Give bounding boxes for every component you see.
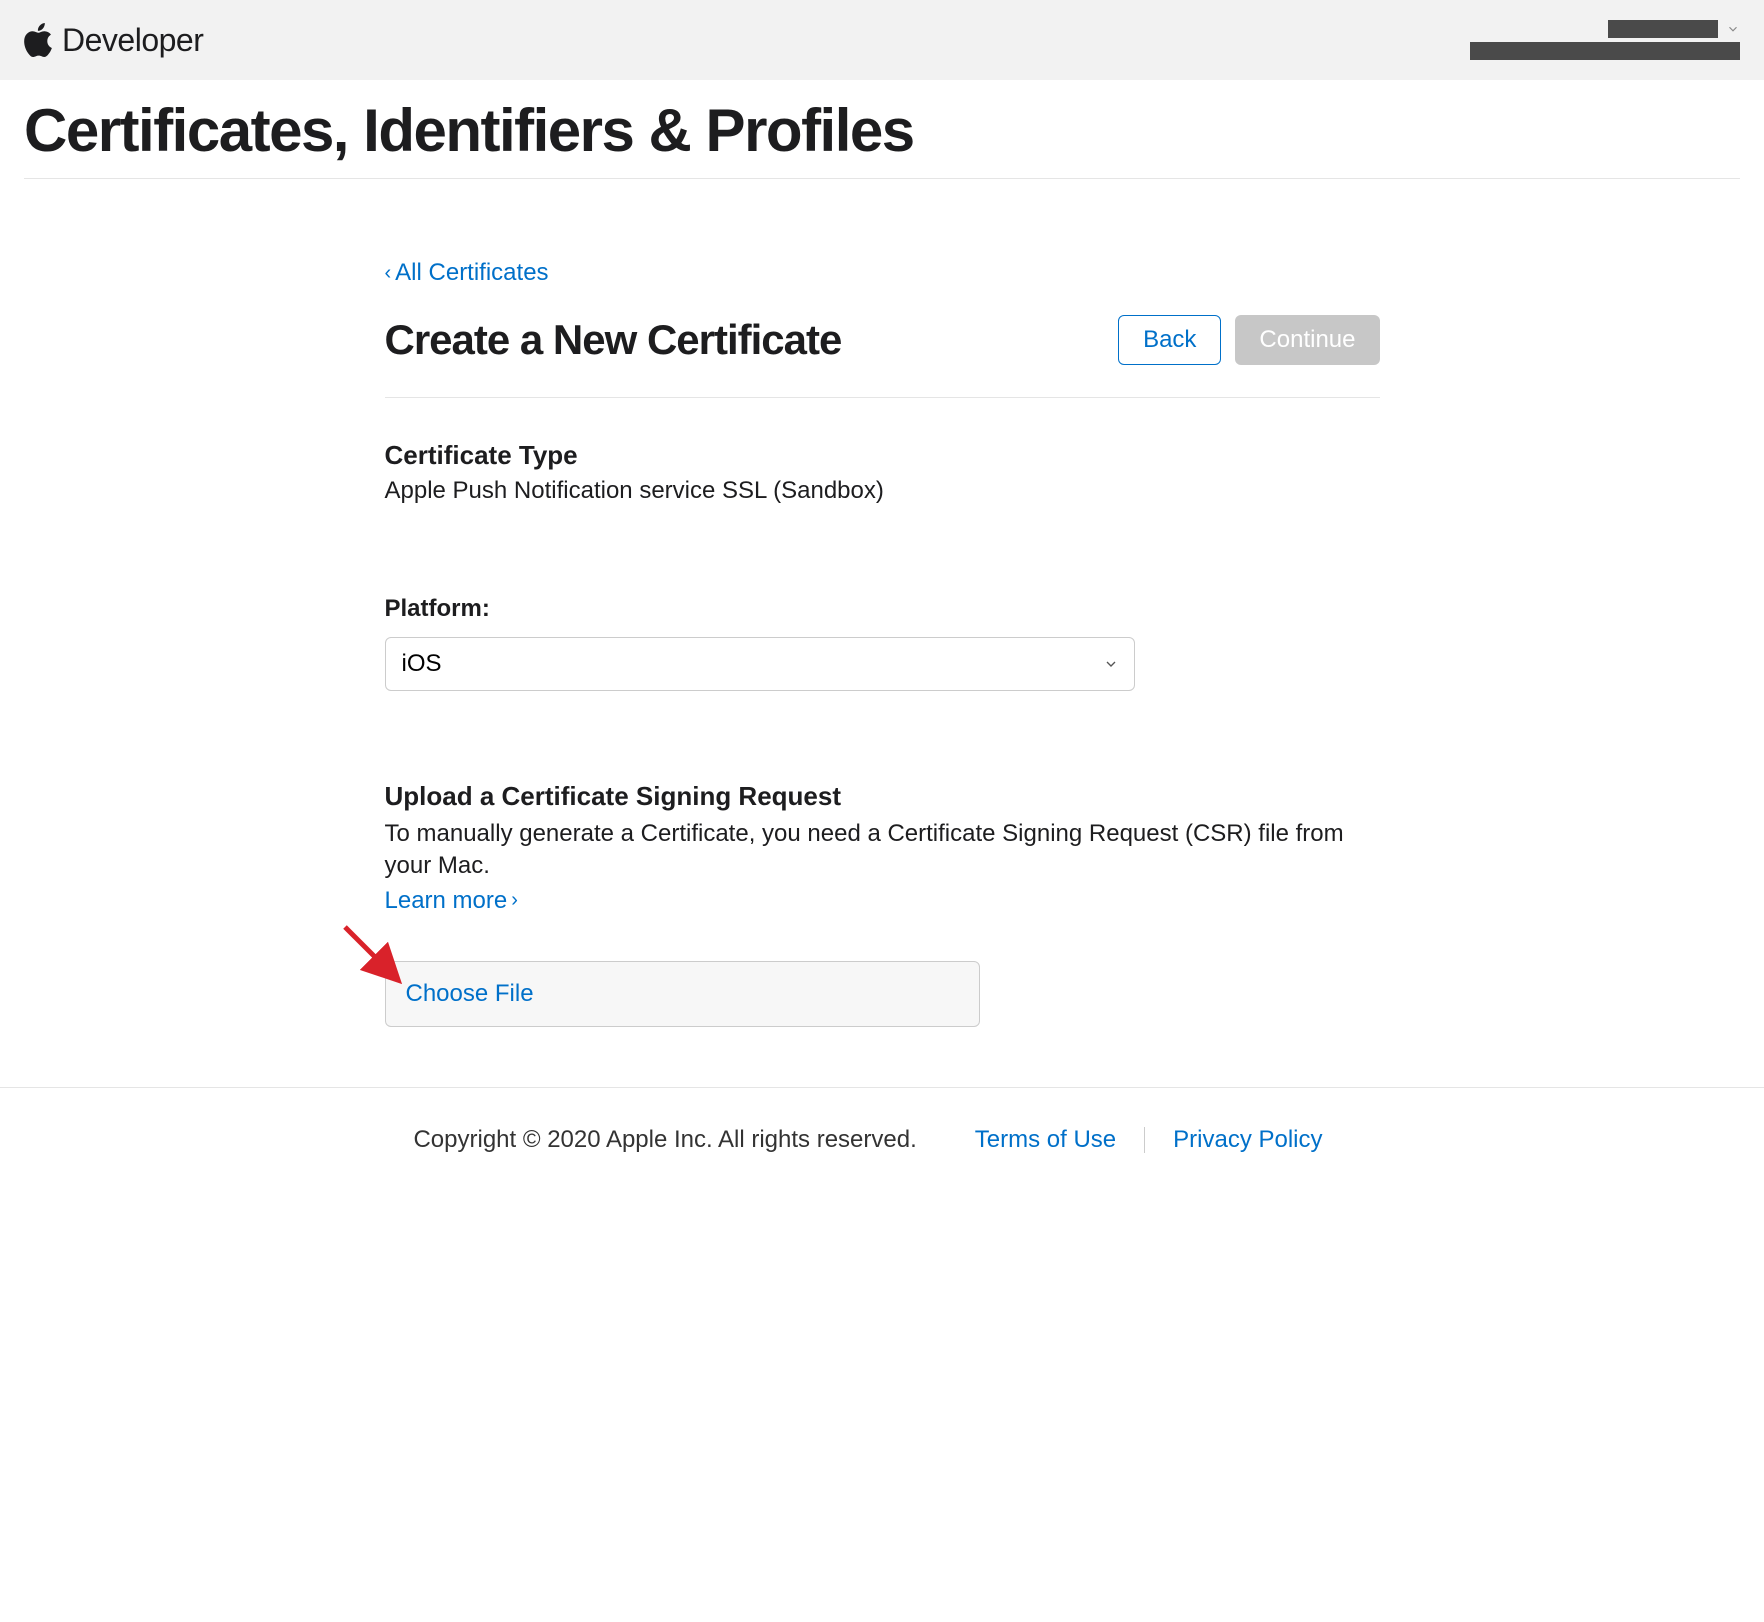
learn-more-link[interactable]: Learn more › bbox=[385, 887, 518, 915]
chevron-left-icon: ‹ bbox=[385, 262, 392, 285]
main-content: ‹ All Certificates Create a New Certific… bbox=[385, 179, 1380, 1087]
upload-description: To manually generate a Certificate, you … bbox=[385, 818, 1380, 883]
upload-section: Upload a Certificate Signing Request To … bbox=[385, 781, 1380, 1027]
topbar: Developer bbox=[0, 0, 1764, 80]
choose-file-button[interactable]: Choose File bbox=[385, 961, 980, 1027]
page-title: Certificates, Identifiers & Profiles bbox=[24, 98, 1740, 179]
footer-copyright: Copyright © 2020 Apple Inc. All rights r… bbox=[413, 1126, 916, 1154]
chevron-down-icon bbox=[1726, 22, 1740, 36]
platform-section: Platform: bbox=[385, 595, 1380, 691]
brand-text: Developer bbox=[62, 22, 203, 59]
account-area[interactable] bbox=[1470, 20, 1740, 60]
footer: Copyright © 2020 Apple Inc. All rights r… bbox=[0, 1087, 1764, 1192]
back-link-label: All Certificates bbox=[395, 259, 548, 287]
redacted-account-name bbox=[1608, 20, 1718, 38]
certificate-type-value: Apple Push Notification service SSL (San… bbox=[385, 477, 1380, 505]
form-heading: Create a New Certificate bbox=[385, 316, 842, 364]
brand[interactable]: Developer bbox=[24, 22, 203, 59]
learn-more-label: Learn more bbox=[385, 887, 508, 915]
platform-label: Platform: bbox=[385, 595, 1380, 623]
privacy-policy-link[interactable]: Privacy Policy bbox=[1145, 1126, 1350, 1154]
back-button[interactable]: Back bbox=[1118, 315, 1221, 365]
certificate-type-section: Certificate Type Apple Push Notification… bbox=[385, 440, 1380, 505]
terms-of-use-link[interactable]: Terms of Use bbox=[947, 1126, 1144, 1154]
certificate-type-label: Certificate Type bbox=[385, 440, 1380, 471]
platform-select[interactable] bbox=[385, 637, 1135, 691]
chevron-right-icon: › bbox=[511, 889, 518, 912]
redacted-team-id bbox=[1470, 42, 1740, 60]
continue-button: Continue bbox=[1235, 315, 1379, 365]
upload-title: Upload a Certificate Signing Request bbox=[385, 781, 1380, 812]
apple-logo-icon bbox=[24, 23, 52, 57]
all-certificates-link[interactable]: ‹ All Certificates bbox=[385, 259, 549, 287]
